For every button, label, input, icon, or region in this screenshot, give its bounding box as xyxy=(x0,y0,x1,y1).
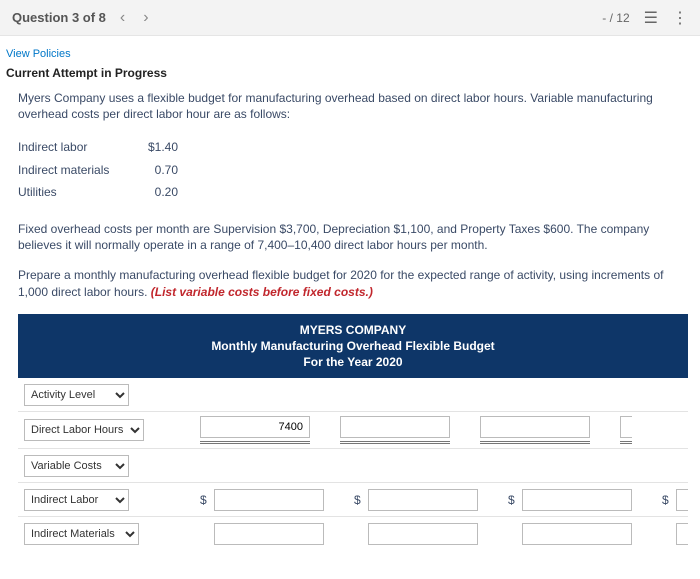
indirect-labor-input-2[interactable] xyxy=(368,489,478,511)
dlh-input-4[interactable] xyxy=(620,416,632,438)
budget-header: MYERS COMPANY Monthly Manufacturing Over… xyxy=(18,314,688,379)
indirect-materials-input-4[interactable] xyxy=(676,523,688,545)
score-display: - / 12 xyxy=(602,11,629,25)
top-bar: Question 3 of 8 ‹ › - / 12 ☰ ⋮ xyxy=(0,0,700,36)
indirect-labor-input-1[interactable] xyxy=(214,489,324,511)
indirect-labor-input-3[interactable] xyxy=(522,489,632,511)
variable-cost-table: Indirect labor $1.40 Indirect materials … xyxy=(18,136,688,203)
indirect-materials-input-3[interactable] xyxy=(522,523,632,545)
table-row: Indirect labor $1.40 xyxy=(18,136,688,158)
table-row: Utilities 0.20 xyxy=(18,181,688,203)
variable-costs-select[interactable]: Variable Costs xyxy=(24,455,129,477)
dlh-input-3[interactable] xyxy=(480,416,590,438)
indirect-materials-select[interactable]: Indirect Materials xyxy=(24,523,139,545)
list-icon[interactable]: ☰ xyxy=(644,8,658,28)
row-direct-labor-hours: Direct Labor Hours xyxy=(18,412,688,449)
instruction-note: (List variable costs before fixed costs.… xyxy=(151,285,373,299)
view-policies-link[interactable]: View Policies xyxy=(6,44,700,66)
dollar-sign: $ xyxy=(508,492,518,508)
cost-label: Indirect labor xyxy=(18,139,128,155)
activity-level-select[interactable]: Activity Level xyxy=(24,384,129,406)
indirect-materials-input-2[interactable] xyxy=(368,523,478,545)
dollar-sign: $ xyxy=(200,492,210,508)
question-title: Question 3 of 8 xyxy=(12,10,106,25)
dlh-input-1[interactable] xyxy=(200,416,310,438)
row-activity-level: Activity Level xyxy=(18,378,688,412)
dollar-sign: $ xyxy=(354,492,364,508)
dlh-input-2[interactable] xyxy=(340,416,450,438)
cost-label: Indirect materials xyxy=(18,162,128,178)
next-question-button[interactable]: › xyxy=(139,9,152,27)
more-icon[interactable]: ⋮ xyxy=(672,8,688,28)
dollar-sign: $ xyxy=(662,492,672,508)
cost-value: $1.40 xyxy=(128,139,178,155)
row-indirect-labor: Indirect Labor $ $ $ $ xyxy=(18,483,688,517)
prev-question-button[interactable]: ‹ xyxy=(116,9,129,27)
cost-value: 0.20 xyxy=(128,184,178,200)
budget-header-line3: For the Year 2020 xyxy=(18,354,688,370)
indirect-materials-input-1[interactable] xyxy=(214,523,324,545)
fixed-costs-paragraph: Fixed overhead costs per month are Super… xyxy=(18,221,688,253)
budget-header-line2: Monthly Manufacturing Overhead Flexible … xyxy=(18,338,688,354)
table-row: Indirect materials 0.70 xyxy=(18,159,688,181)
row-indirect-materials: Indirect Materials $ $ $ $ xyxy=(18,517,688,551)
row-variable-costs: Variable Costs xyxy=(18,449,688,483)
budget-header-line1: MYERS COMPANY xyxy=(18,322,688,338)
dlh-select[interactable]: Direct Labor Hours xyxy=(24,419,144,441)
intro-paragraph: Myers Company uses a flexible budget for… xyxy=(18,90,688,122)
indirect-labor-input-4[interactable] xyxy=(676,489,688,511)
attempt-title: Current Attempt in Progress xyxy=(6,66,700,90)
cost-label: Utilities xyxy=(18,184,128,200)
indirect-labor-select[interactable]: Indirect Labor xyxy=(24,489,129,511)
cost-value: 0.70 xyxy=(128,162,178,178)
instruction-paragraph: Prepare a monthly manufacturing overhead… xyxy=(18,267,688,299)
budget-grid: Activity Level Direct Labor Hours xyxy=(18,378,688,551)
